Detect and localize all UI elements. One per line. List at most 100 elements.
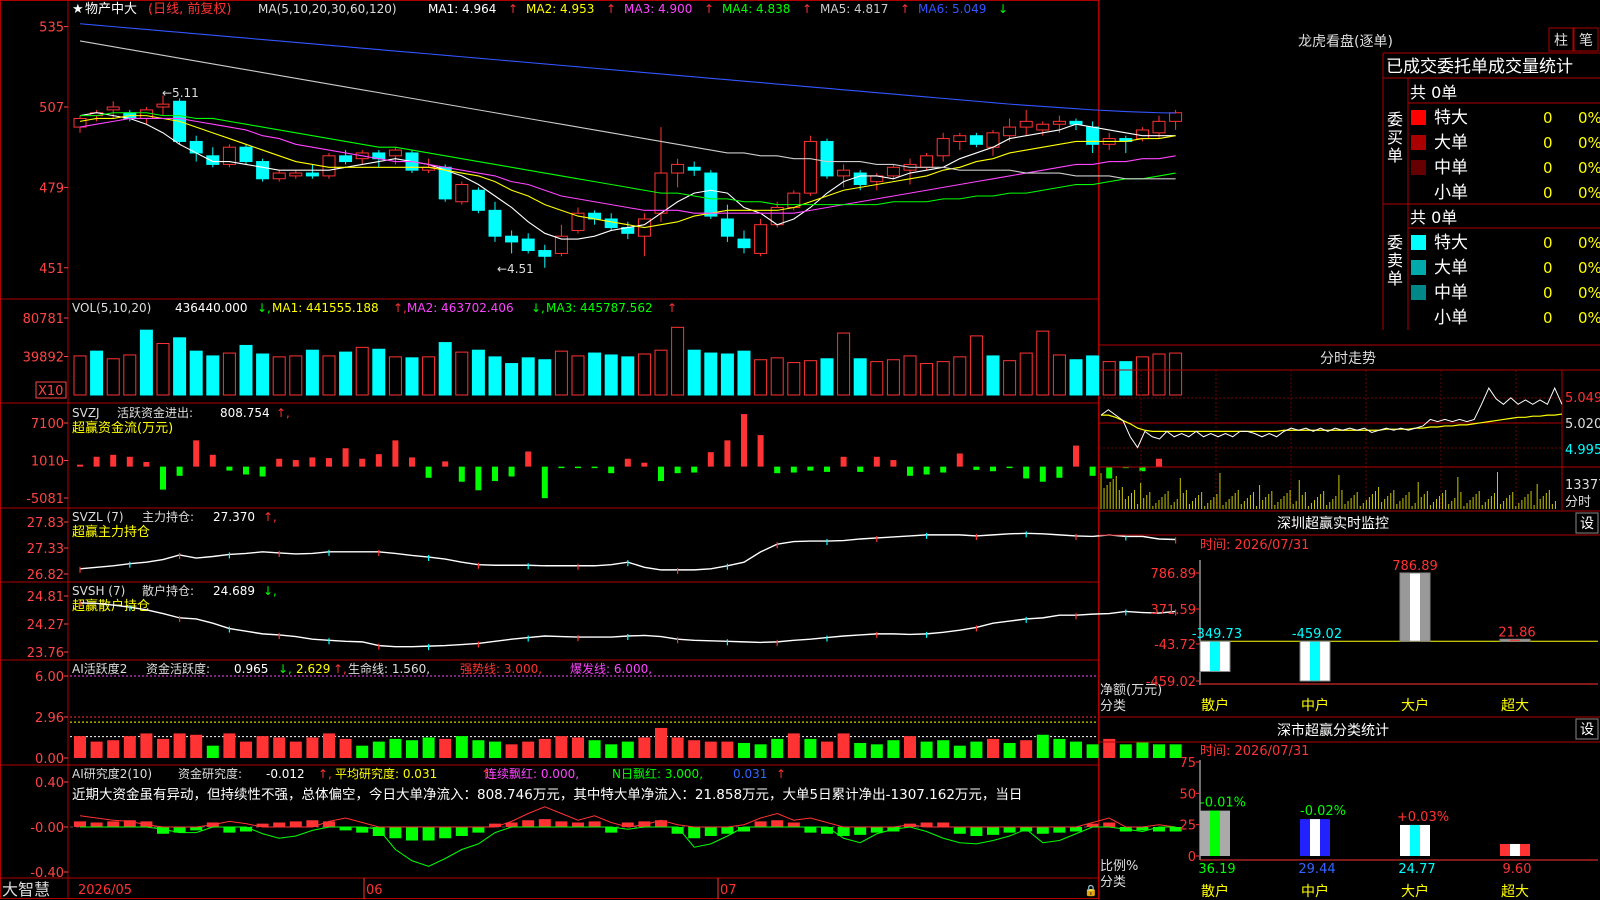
axis-label: 39892 [23,351,64,366]
volume-bar [405,357,419,396]
research-bar [1036,827,1049,834]
lock-icon: 🔒 [1084,884,1098,897]
candle-body [1169,112,1183,122]
volume-bar [206,355,220,396]
volume-bar [1036,330,1050,396]
order-count: 0 [1543,134,1553,152]
svsh-label: 散户持仓: [142,583,194,598]
intraday-axis-label: 5.020 [1565,417,1600,432]
order-row: 小单 0 0% [1411,183,1600,203]
volume-bar [737,350,751,396]
ma-values-row: MA1: 4.964 ↑ MA2: 4.953 ↑ MA3: 4.900 ↑ MA4: 4.838 ↑… [428,2,1008,16]
axis-label: 6.00 [35,670,64,685]
stat-bar-2: 29.44 中户 -0.02% [1298,804,1346,900]
active-bar [140,733,153,758]
active-bar [671,737,684,758]
active-bar [1053,738,1066,758]
order-type-label: 特大 [1434,108,1468,128]
active-bar [223,733,236,758]
candle-body [305,172,319,177]
order-swatch [1411,135,1426,150]
research-bar [870,827,883,833]
candle-body [969,135,983,145]
research-bar [588,821,601,827]
order-pct: 0% [1578,234,1600,252]
order-count: 0 [1543,234,1553,252]
stat-axis-label: 0 [1188,850,1196,865]
active-bar [489,741,501,758]
stat-axis-label: 25 [1179,819,1196,834]
active-bar [904,736,916,758]
research-bar [953,827,966,834]
fund-flow-bar [956,453,963,467]
volume-bar [903,355,917,396]
candle-body [853,172,867,186]
axis-label: 27.33 [27,542,64,557]
ma-line-ma6 [79,23,1176,114]
ai-research-red: 连续飘红: 0.000, [485,766,579,781]
high-price-mark: ←5.11 [162,86,199,100]
research-bar [987,827,999,835]
active-bar [1136,741,1149,758]
fund-flow-bar [442,461,449,467]
ma-value-3: MA3: 4.900 ↑ [624,2,714,16]
intraday-axis-label: 5.049 [1565,391,1600,406]
sz-bar-2: -459.02 中户 [1292,627,1342,714]
date-label-july: 07 [720,883,737,898]
volume-bar [853,358,867,396]
active-bar [157,738,169,758]
active-bar [688,740,701,758]
fund-flow-bar [1056,466,1063,478]
panel-frames [0,0,1100,900]
active-bar [704,741,717,758]
ai-research-axis: 0.40 -0.00 -0.40 [30,776,68,881]
ma-label: MA4: [722,2,752,16]
sz-bar-label: 21.86 [1498,625,1535,640]
svg-text:↓,: ↓, [263,584,277,598]
volume-bar [139,329,153,396]
fund-flow-bar [691,466,698,473]
axis-label: 7100 [31,417,64,432]
low-price-mark: ←4.51 [497,262,534,276]
sz-category-label: 散户 [1201,697,1229,714]
volume-bar [654,349,668,396]
active-bar [887,740,900,758]
volume-bar [305,349,319,396]
active-bar [1003,742,1016,758]
ma-label: MA3: [624,2,654,16]
research-bar [240,827,252,832]
header-star-icon: ★ [72,2,84,17]
order-swatch [1411,285,1426,300]
fund-flow-bar [973,466,980,470]
fund-flow-bar [508,466,515,477]
order-swatch [1411,185,1426,200]
candle-body [671,163,685,174]
volume-bar [1119,361,1133,396]
buy-label-char: 委 [1387,110,1403,129]
volume-bar [488,356,502,396]
fund-flow-bar [209,454,216,467]
research-bar [472,827,485,833]
active-bar [505,744,518,758]
research-bar [970,827,983,836]
stat-value-label: 9.60 [1503,862,1532,877]
intraday-title: 分时走势 [1320,351,1376,367]
research-bar [854,827,867,835]
ma-label: MA5: [820,2,850,16]
volume-bar [372,348,386,396]
active-bar [74,736,86,758]
volume-bar [588,352,602,396]
stat-xlabel: 分类 [1100,875,1126,890]
svzl-name: SVZL (7) [72,510,124,524]
svg-text:↑,: ↑, [318,767,332,781]
order-type-label: 中单 [1434,283,1468,303]
active-bar [422,737,435,758]
ai-active-burst: 爆发线: 6.000, [570,661,652,676]
candle-body [803,140,817,194]
axis-label: -0.40 [30,866,64,881]
fund-flow-bar [790,466,797,473]
svzl-value: 27.370 [213,510,255,524]
order-type-label: 大单 [1434,258,1468,278]
volume-bar [355,346,369,396]
volume-bar [222,352,236,396]
